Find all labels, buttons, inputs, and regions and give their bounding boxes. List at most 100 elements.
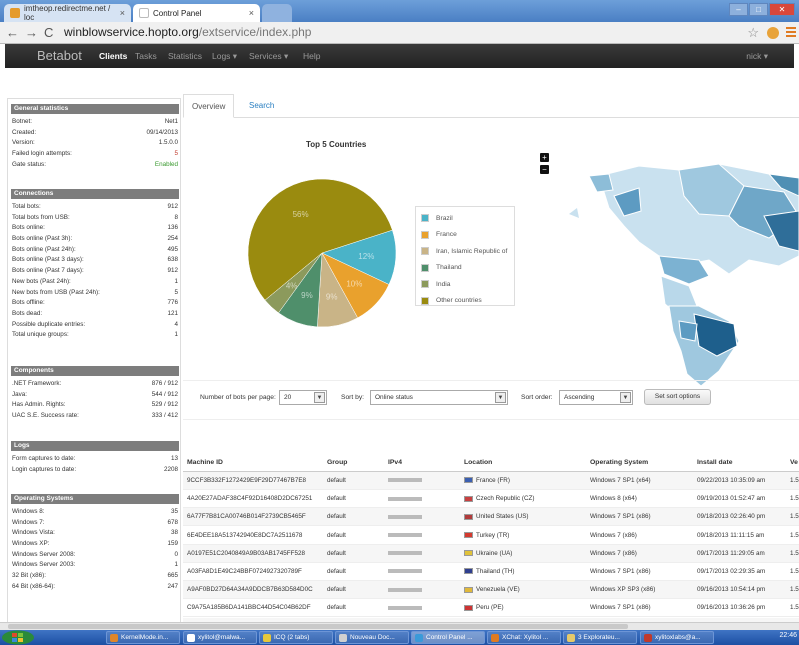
- col-version[interactable]: Ve: [790, 459, 798, 466]
- per-page-label: Number of bots per page:: [200, 394, 276, 401]
- legend-label: India: [436, 280, 451, 288]
- version-cell: 1.5: [790, 495, 799, 503]
- machine-id-cell[interactable]: A0197E51C2040849A9B03AB1745FF528: [187, 550, 305, 557]
- close-tab-icon[interactable]: ×: [249, 8, 254, 18]
- table-row[interactable]: A0197E51C2040849A9B03AB1745FF528 default U…: [183, 544, 799, 563]
- machine-id-cell[interactable]: A9AF0BD27D64A34A9DDCB7B63D584D0C: [187, 586, 313, 593]
- machine-id-cell[interactable]: C9A75A185B6DA141BBC44D54C04B62DF: [187, 604, 311, 611]
- start-button[interactable]: [0, 630, 36, 645]
- new-tab-button[interactable]: [262, 4, 292, 22]
- taskbar-item[interactable]: Nouveau Doc...: [335, 631, 409, 644]
- legend-item: Iran, Islamic Republic of: [421, 244, 507, 258]
- machine-id-cell[interactable]: 6A77F7B81CA00746B014F2739CB5465F: [187, 513, 306, 520]
- col-machine-id[interactable]: Machine ID: [187, 459, 223, 466]
- nav-help[interactable]: Help: [303, 51, 320, 61]
- country-flag-icon: [464, 495, 473, 502]
- horizontal-scrollbar[interactable]: [0, 622, 799, 630]
- stat-row: Windows Server 2008: 0: [11, 550, 179, 561]
- forward-arrow-icon[interactable]: →: [25, 25, 38, 40]
- country-flag-icon: [464, 586, 473, 593]
- minimize-icon[interactable]: –: [729, 3, 748, 16]
- window-controls: – □ ✕: [729, 3, 795, 16]
- stat-row: Windows 8: 35: [11, 507, 179, 518]
- taskbar-item[interactable]: 3 Explorateu...: [563, 631, 637, 644]
- browser-tab-2[interactable]: Control Panel ×: [133, 4, 260, 22]
- stat-label: Windows 8:: [12, 508, 45, 515]
- stat-value: 2208: [163, 465, 178, 473]
- close-tab-icon[interactable]: ×: [120, 8, 125, 18]
- brand-logo[interactable]: Betabot: [37, 48, 82, 63]
- col-operating-system[interactable]: Operating System: [590, 459, 648, 466]
- nav-logs[interactable]: Logs ▾: [212, 51, 237, 62]
- sort-order-select[interactable]: Ascending ▼: [559, 390, 633, 405]
- table-row[interactable]: A9AF0BD27D64A34A9DDCB7B63D584D0C default V…: [183, 581, 799, 600]
- zoom-in-button[interactable]: +: [540, 153, 549, 162]
- stat-label: Windows Server 2003:: [12, 561, 76, 569]
- col-location[interactable]: Location: [464, 459, 492, 466]
- pie-label: 4%: [286, 281, 298, 290]
- taskbar-item[interactable]: ICQ (2 tabs): [259, 631, 333, 644]
- table-row[interactable]: 6E4DEE18A513742940E8DC7A2511678 default Tu…: [183, 527, 799, 545]
- table-row[interactable]: 9CCF3B332F1272429E9F29D77467B7E8 default F…: [183, 472, 799, 490]
- table-row[interactable]: 6A77F7B81CA00746B014F2739CB5465F default U…: [183, 508, 799, 527]
- machine-id-cell[interactable]: 4A20E27ADAF38C4F92D16408D2DC67251: [187, 495, 312, 502]
- legend-swatch: [421, 263, 429, 272]
- stat-row: Gate status: Enabled: [11, 160, 179, 171]
- zoom-out-button[interactable]: −: [540, 165, 549, 174]
- machine-id-cell[interactable]: A03FA8D1E49C24BBF0724927320789F: [187, 568, 302, 575]
- stat-row: New bots from USB (Past 24h): 5: [11, 288, 179, 299]
- legend-swatch: [421, 280, 429, 288]
- tab-overview[interactable]: Overview: [183, 94, 235, 118]
- set-sort-options-button[interactable]: Set sort options: [644, 389, 711, 405]
- world-map[interactable]: [569, 156, 799, 386]
- browser-tab-1[interactable]: imtheop.redirectme.net / loc ×: [4, 4, 131, 22]
- stat-value: 1.5.0.0: [158, 139, 178, 147]
- nav-tasks[interactable]: Tasks: [135, 51, 157, 61]
- close-window-icon[interactable]: ✕: [769, 3, 795, 16]
- scrollbar-thumb[interactable]: [8, 624, 628, 629]
- address-bar[interactable]: winblowservice.hopto.org/extservice/inde…: [64, 25, 311, 39]
- stat-value: Enabled: [154, 160, 178, 168]
- menu-icon[interactable]: [786, 26, 796, 38]
- table-row[interactable]: A03FA8D1E49C24BBF0724927320789F default Th…: [183, 563, 799, 581]
- stat-value: 5: [174, 150, 178, 158]
- back-arrow-icon[interactable]: ←: [6, 25, 19, 40]
- stat-label: Windows XP:: [12, 540, 50, 548]
- machine-id-cell[interactable]: 6E4DEE18A513742940E8DC7A2511678: [187, 532, 302, 539]
- stat-label: Total unique groups:: [12, 331, 69, 339]
- stat-label: Bots online (Past 3h):: [12, 235, 73, 243]
- table-row[interactable]: 4A20E27ADAF38C4F92D16408D2DC67251 default…: [183, 490, 799, 509]
- logs-heading: Logs: [11, 441, 179, 451]
- general-stats-section: General statistics Botnet: Net1 Created: 09…: [11, 104, 179, 170]
- nav-clients[interactable]: Clients: [99, 51, 127, 61]
- star-icon[interactable]: ☆: [747, 25, 759, 41]
- stat-value: 544 / 912: [151, 390, 178, 398]
- reload-icon[interactable]: C: [44, 25, 53, 40]
- nav-services[interactable]: Services ▾: [249, 51, 288, 62]
- nav-statistics[interactable]: Statistics: [168, 51, 202, 61]
- col-install-date[interactable]: Install date: [697, 459, 733, 466]
- ipv4-cell-redacted: [388, 568, 422, 575]
- stat-row: 32 Bit (x86): 665: [11, 571, 179, 582]
- maximize-icon[interactable]: □: [749, 3, 768, 16]
- col-ipv4[interactable]: IPv4: [388, 459, 402, 466]
- stat-label: Bots dead:: [12, 309, 43, 317]
- taskbar-item[interactable]: xylitol@malwa...: [183, 631, 257, 644]
- per-page-select[interactable]: 20 ▼: [279, 390, 327, 405]
- col-group[interactable]: Group: [327, 459, 347, 466]
- sort-by-select[interactable]: Online status ▼: [370, 390, 508, 405]
- tab-search[interactable]: Search: [241, 94, 282, 118]
- version-cell: 1.5: [790, 586, 799, 594]
- pie-label: 10%: [346, 279, 362, 288]
- machine-id-cell[interactable]: 9CCF3B332F1272429E9F29D77467B7E8: [187, 477, 306, 484]
- table-row[interactable]: C9A75A185B6DA141BBC44D54C04B62DF default P…: [183, 599, 799, 618]
- location-cell: Czech Republic (CZ): [464, 495, 534, 502]
- taskbar-item[interactable]: xylitoxlabs@a...: [640, 631, 714, 644]
- taskbar-item[interactable]: Control Panel ...: [411, 631, 485, 644]
- stat-label: New bots from USB (Past 24h):: [12, 288, 100, 296]
- extension-icon[interactable]: [767, 27, 779, 39]
- taskbar-item[interactable]: XChat: Xylitol ...: [487, 631, 561, 644]
- taskbar-item-label: XChat: Xylitol ...: [502, 634, 549, 641]
- user-menu[interactable]: nick ▾: [746, 51, 768, 62]
- taskbar-item[interactable]: KernelMode.in...: [106, 631, 180, 644]
